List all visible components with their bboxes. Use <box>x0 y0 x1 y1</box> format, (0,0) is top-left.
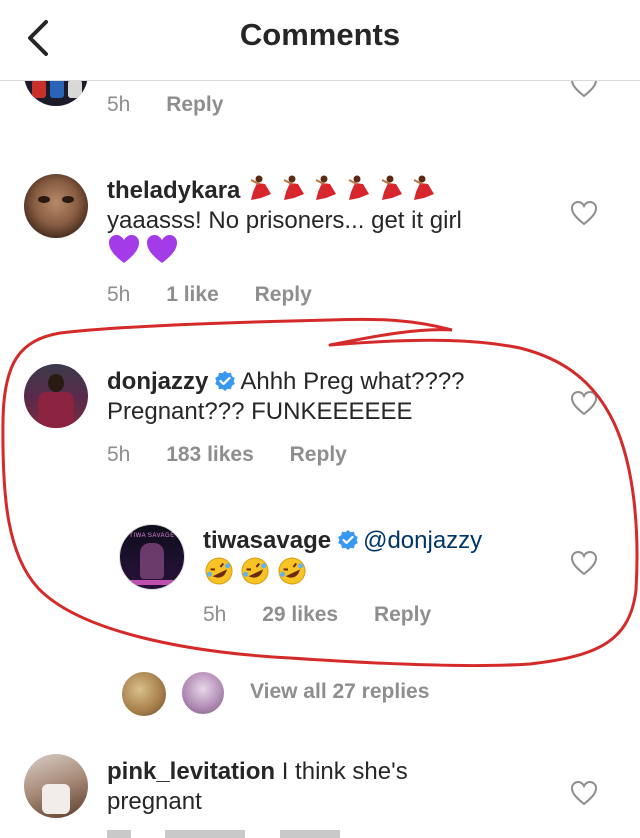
page-title: Comments <box>239 17 401 52</box>
view-all-replies-link[interactable]: View all 27 replies <box>250 680 429 704</box>
reply-text: tiwasavage @donjazzy <box>203 525 482 556</box>
comment-time: 5h <box>107 283 131 306</box>
comment-username[interactable]: theladykara <box>107 177 240 204</box>
comment-body: I think she's <box>281 758 408 785</box>
comment-time: 5h <box>203 603 227 626</box>
avatar[interactable]: TIWA SAVAGE <box>119 524 185 590</box>
reply-avatar <box>120 670 168 718</box>
comment-meta: 5h Reply <box>107 93 253 117</box>
likes-count[interactable]: 29 likes <box>262 603 338 626</box>
avatar[interactable] <box>24 364 88 428</box>
comment-body: Pregnant??? FUNKEEEEEE <box>107 398 413 425</box>
dancer-emoji <box>315 175 337 200</box>
header-bar: Comments <box>0 0 640 81</box>
purple-heart-emoji <box>147 235 178 263</box>
rofl-emoji <box>205 557 233 585</box>
comment-meta: 5h 29 likes Reply <box>203 603 461 627</box>
comment-username[interactable]: pink_levitation <box>107 758 275 785</box>
comment-time: 5h <box>107 93 131 116</box>
comment-time: 5h <box>107 443 131 466</box>
comment-text: donjazzy Ahhh Preg what???? <box>107 366 465 397</box>
heart-icon[interactable] <box>570 550 598 576</box>
comment-body: yaaasss! No prisoners... get it girl <box>107 207 462 234</box>
verified-badge-icon <box>215 371 236 391</box>
verified-badge-icon <box>338 530 358 550</box>
avatar-caption: TIWA SAVAGE <box>129 533 175 539</box>
comment-username[interactable]: donjazzy <box>107 368 208 395</box>
comment-text: theladykara <box>107 174 436 206</box>
dancer-emoji <box>283 175 304 200</box>
mention-link[interactable]: @donjazzy <box>363 527 482 554</box>
heart-icon[interactable] <box>570 390 598 416</box>
reply-button[interactable]: Reply <box>374 603 431 626</box>
dancer-emoji <box>348 175 370 200</box>
comment-meta: 5h 183 likes Reply <box>107 443 377 467</box>
comment-body: pregnant <box>107 788 202 815</box>
purple-heart-emoji-row <box>107 233 179 270</box>
dancer-emoji <box>250 175 272 200</box>
rofl-emoji-row <box>203 556 308 591</box>
avatar[interactable] <box>24 754 88 818</box>
comment-username[interactable]: tiwasavage <box>203 527 331 554</box>
cut-off-meta-row <box>107 830 367 838</box>
heart-icon[interactable] <box>570 200 598 226</box>
rofl-emoji <box>278 557 306 585</box>
reply-button[interactable]: Reply <box>166 93 223 116</box>
purple-heart-emoji <box>109 235 139 263</box>
comment-body: Ahhh Preg what???? <box>240 368 465 395</box>
likes-count[interactable]: 1 like <box>166 283 219 306</box>
avatar[interactable] <box>24 174 88 238</box>
heart-icon[interactable] <box>570 780 598 806</box>
rofl-emoji <box>241 557 269 585</box>
dancer-emoji <box>413 175 435 200</box>
dancer-emoji <box>381 175 402 200</box>
comment-meta: 5h 1 like Reply <box>107 283 342 307</box>
likes-count[interactable]: 183 likes <box>166 443 254 466</box>
comment-text: pink_levitation I think she's <box>107 756 408 787</box>
reply-avatar <box>180 670 226 716</box>
reply-button[interactable]: Reply <box>255 283 312 306</box>
dancer-emoji-row <box>247 175 436 204</box>
reply-button[interactable]: Reply <box>290 443 347 466</box>
